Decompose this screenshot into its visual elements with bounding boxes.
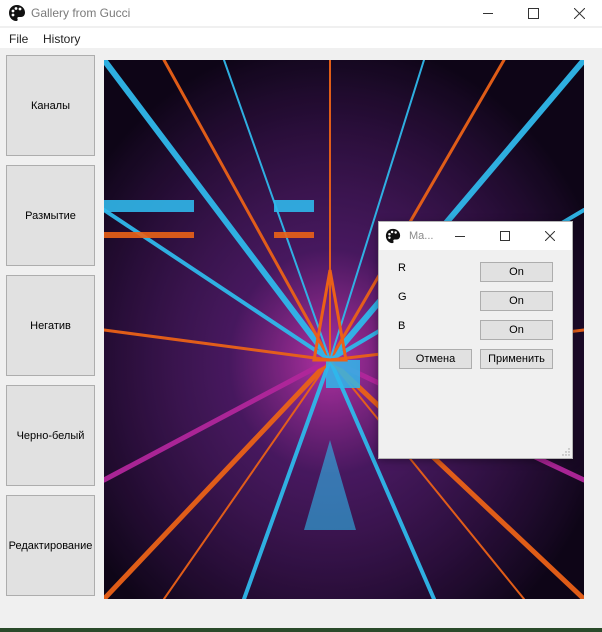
maximize-icon [500, 231, 510, 241]
negative-button-label: Негатив [30, 319, 71, 332]
window-title: Gallery from Gucci [31, 6, 131, 20]
grayscale-button-label: Черно-белый [16, 429, 85, 442]
apply-button-label: Применить [488, 353, 545, 365]
cancel-button[interactable]: Отмена [399, 349, 472, 369]
edit-button-label: Редактирование [8, 539, 93, 552]
window-titlebar: Gallery from Gucci [0, 0, 602, 26]
apply-button[interactable]: Применить [480, 349, 553, 369]
menu-file[interactable]: File [9, 32, 28, 46]
channels-button[interactable]: Каналы [6, 55, 95, 156]
edit-button[interactable]: Редактирование [6, 495, 95, 596]
maximize-icon [527, 7, 539, 19]
menu-bar: File History [0, 28, 602, 48]
dialog-close-button[interactable] [531, 222, 569, 250]
channel-r-state: On [509, 266, 524, 278]
blur-button-label: Размытие [25, 209, 76, 222]
close-icon [573, 7, 585, 19]
menu-history[interactable]: History [43, 32, 80, 46]
palette-icon [385, 228, 401, 244]
minimize-icon [455, 236, 465, 237]
channels-button-label: Каналы [30, 99, 71, 112]
palette-icon [9, 5, 25, 21]
channel-b-state: On [509, 324, 524, 336]
cancel-button-label: Отмена [415, 353, 456, 365]
minimize-button[interactable] [465, 0, 511, 26]
dialog-minimize-button[interactable] [441, 222, 479, 250]
channel-g-toggle[interactable]: On [480, 291, 553, 311]
channel-g-label: G [398, 291, 407, 303]
close-button[interactable] [556, 0, 602, 26]
negative-button[interactable]: Негатив [6, 275, 95, 376]
channel-r-toggle[interactable]: On [480, 262, 553, 282]
dialog-titlebar: Ma... [379, 222, 572, 250]
channel-g-state: On [509, 295, 524, 307]
grayscale-button[interactable]: Черно-белый [6, 385, 95, 486]
channel-r-label: R [398, 262, 406, 274]
channels-dialog: Ma... R On G On B On Отмена Применить [378, 221, 573, 459]
minimize-icon [483, 13, 493, 14]
resize-grip-icon[interactable] [562, 448, 570, 456]
channel-b-label: B [398, 320, 406, 332]
dialog-maximize-button[interactable] [486, 222, 524, 250]
dialog-title: Ma... [409, 230, 434, 242]
taskbar-edge [0, 628, 602, 632]
channel-b-toggle[interactable]: On [480, 320, 553, 340]
maximize-button[interactable] [510, 0, 556, 26]
close-icon [545, 231, 555, 241]
blur-button[interactable]: Размытие [6, 165, 95, 266]
